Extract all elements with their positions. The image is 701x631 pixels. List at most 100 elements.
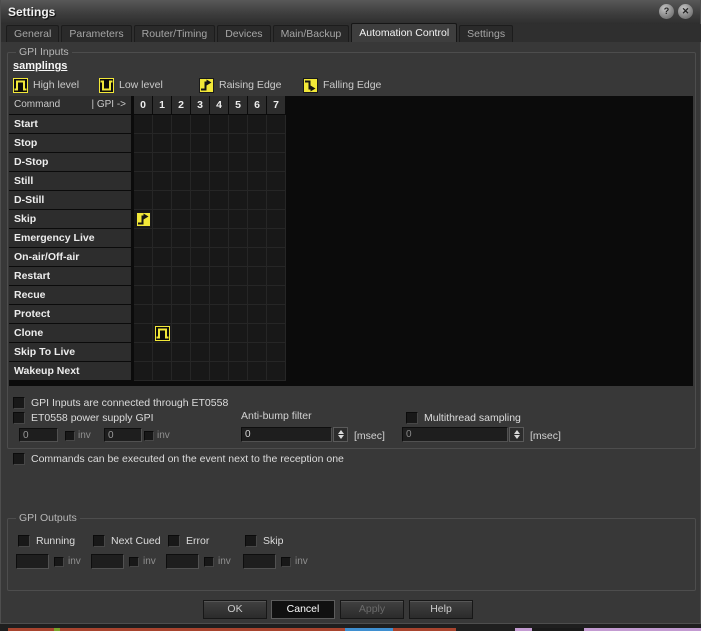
gpi-cell[interactable] (229, 286, 248, 305)
gpi-cell[interactable] (153, 267, 172, 286)
tab-router-timing[interactable]: Router/Timing (134, 25, 216, 42)
anti-bump-input[interactable]: 0 (241, 427, 332, 442)
gpi-cell[interactable] (229, 248, 248, 267)
gpi-cell[interactable] (267, 191, 286, 210)
running-gpi-field[interactable] (16, 554, 49, 569)
inv-checkbox[interactable] (65, 431, 75, 441)
gpi-cell[interactable] (172, 229, 191, 248)
gpi-cell[interactable] (134, 362, 153, 381)
gpi-cell[interactable] (191, 210, 210, 229)
gpi-cell[interactable] (248, 324, 267, 343)
gpi-cell[interactable] (267, 362, 286, 381)
gpi-cell[interactable] (229, 343, 248, 362)
command-label[interactable]: Stop (9, 134, 131, 152)
gpi-cell[interactable] (191, 362, 210, 381)
gpi-cell[interactable] (248, 210, 267, 229)
gpi-cell[interactable] (191, 324, 210, 343)
gpi-cell[interactable] (210, 362, 229, 381)
gpi-cell[interactable] (267, 248, 286, 267)
gpi-cell[interactable] (172, 305, 191, 324)
gpi-cell[interactable] (267, 267, 286, 286)
command-label[interactable]: Recue (9, 286, 131, 304)
gpi-cell[interactable] (248, 267, 267, 286)
help-button[interactable]: ? (659, 4, 674, 19)
window-titlebar[interactable]: Settings ? ✕ (1, 0, 700, 25)
multithread-input[interactable]: 0 (402, 427, 508, 442)
gpi-cell[interactable] (172, 343, 191, 362)
connected-checkbox[interactable] (13, 397, 25, 409)
command-label[interactable]: Skip To Live (9, 343, 131, 361)
inv-checkbox[interactable] (144, 431, 154, 441)
cancel-button[interactable]: Cancel (271, 600, 335, 619)
gpi-cell[interactable] (267, 115, 286, 134)
command-label[interactable]: Wakeup Next (9, 362, 131, 380)
gpi-cell[interactable] (210, 343, 229, 362)
gpi-cell[interactable] (267, 286, 286, 305)
gpi-cell[interactable] (229, 153, 248, 172)
inv-checkbox[interactable] (204, 557, 214, 567)
gpi-cell[interactable] (191, 343, 210, 362)
inv-checkbox[interactable] (281, 557, 291, 567)
error-gpi-field[interactable] (166, 554, 199, 569)
gpi-cell[interactable] (134, 210, 153, 229)
gpi-cell[interactable] (267, 343, 286, 362)
gpi-cell[interactable] (191, 153, 210, 172)
gpi-cell[interactable] (153, 134, 172, 153)
skip-checkbox[interactable] (245, 535, 257, 547)
gpi-cell[interactable] (134, 191, 153, 210)
gpi-cell[interactable] (191, 286, 210, 305)
gpi-cell[interactable] (134, 343, 153, 362)
gpi-cell[interactable] (210, 305, 229, 324)
gpi-cell[interactable] (248, 286, 267, 305)
gpi-cell[interactable] (134, 153, 153, 172)
command-label[interactable]: Skip (9, 210, 131, 228)
command-label[interactable]: D-Stop (9, 153, 131, 171)
gpi-cell[interactable] (134, 305, 153, 324)
gpi-cell[interactable] (267, 172, 286, 191)
multithread-checkbox[interactable] (406, 412, 418, 424)
gpi-cell[interactable] (191, 305, 210, 324)
gpi-cell[interactable] (191, 191, 210, 210)
gpi-cell[interactable] (229, 210, 248, 229)
spinner-down-button[interactable] (338, 435, 344, 439)
gpi-cell[interactable] (210, 210, 229, 229)
gpi-cell[interactable] (134, 286, 153, 305)
gpi-cell[interactable] (248, 153, 267, 172)
command-label[interactable]: Start (9, 115, 131, 133)
gpi-cell[interactable] (248, 229, 267, 248)
gpi-cell[interactable] (172, 248, 191, 267)
commands-next-event-checkbox[interactable] (13, 453, 25, 465)
gpi-cell[interactable] (229, 305, 248, 324)
gpi-cell[interactable] (191, 172, 210, 191)
gpi-cell[interactable] (229, 115, 248, 134)
gpi-cell[interactable] (229, 229, 248, 248)
gpi-cell[interactable] (267, 305, 286, 324)
tab-automation-control[interactable]: Automation Control (351, 23, 457, 42)
gpi-cell[interactable] (267, 229, 286, 248)
gpi-cell[interactable] (248, 172, 267, 191)
gpi-cell[interactable] (248, 191, 267, 210)
gpi-cell[interactable] (210, 324, 229, 343)
command-label[interactable]: Still (9, 172, 131, 190)
gpi-cell[interactable] (134, 172, 153, 191)
inv-checkbox[interactable] (129, 557, 139, 567)
tab-main-backup[interactable]: Main/Backup (273, 25, 350, 42)
gpi-cell[interactable] (134, 248, 153, 267)
gpi-cell[interactable] (248, 115, 267, 134)
gpi-cell[interactable] (153, 305, 172, 324)
gpi-cell[interactable] (134, 115, 153, 134)
gpi-cell[interactable] (172, 172, 191, 191)
help-button[interactable]: Help (409, 600, 473, 619)
power-gpi-field-1[interactable]: 0 (19, 428, 58, 442)
spinner-up-button[interactable] (338, 430, 344, 434)
spinner-up-button[interactable] (514, 430, 520, 434)
gpi-cell[interactable] (153, 153, 172, 172)
gpi-cell[interactable] (210, 134, 229, 153)
gpi-cell[interactable] (153, 286, 172, 305)
command-label[interactable]: Clone (9, 324, 131, 342)
gpi-cell[interactable] (172, 286, 191, 305)
gpi-cell[interactable] (191, 248, 210, 267)
gpi-cell[interactable] (172, 134, 191, 153)
power-gpi-field-2[interactable]: 0 (104, 428, 142, 442)
inv-checkbox[interactable] (54, 557, 64, 567)
